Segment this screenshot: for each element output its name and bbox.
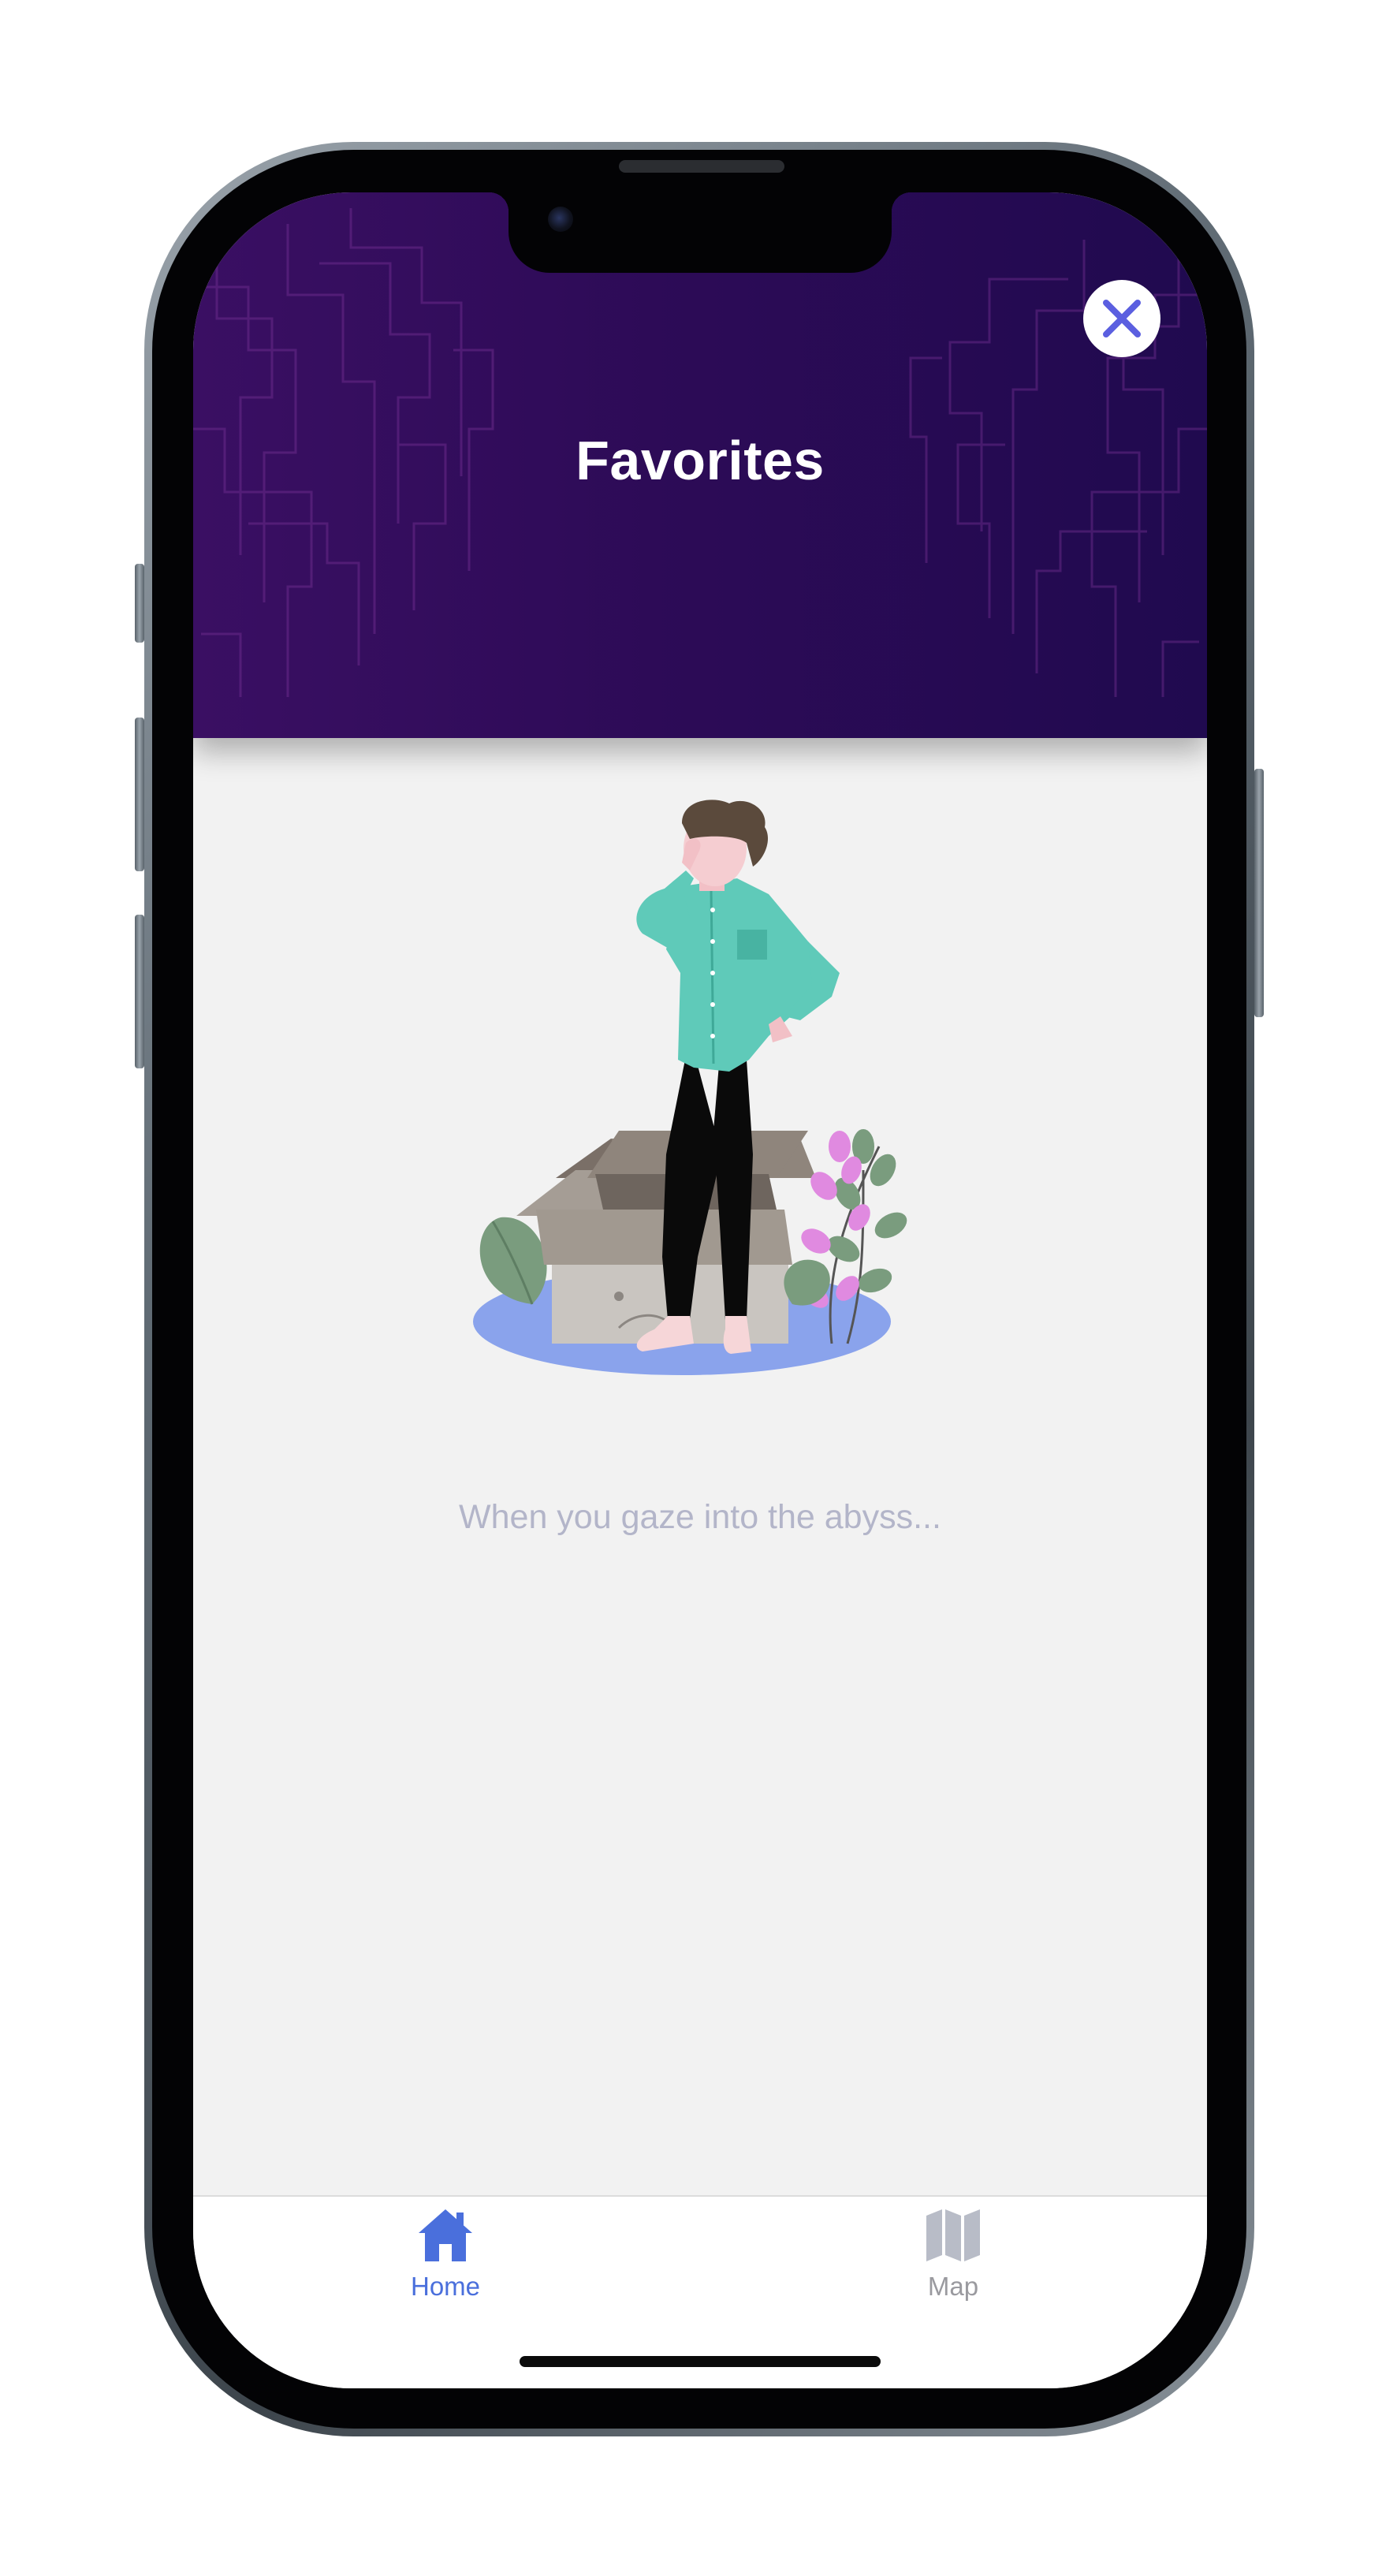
side-button-volume-up (135, 718, 144, 871)
tab-map-label: Map (927, 2272, 979, 2301)
page-title: Favorites (576, 430, 825, 491)
close-button[interactable] (1083, 280, 1160, 357)
earpiece-speaker (619, 160, 784, 173)
tab-bar: Home Map (193, 2195, 1207, 2388)
favorites-header: Favorites (193, 192, 1207, 738)
map-icon (926, 2209, 980, 2261)
tab-map[interactable]: Map (851, 2206, 1056, 2302)
tab-home-label: Home (410, 2272, 481, 2301)
close-x-icon (1103, 300, 1141, 337)
side-button-power (1254, 769, 1264, 1017)
home-indicator[interactable] (520, 2356, 881, 2367)
front-camera (548, 207, 573, 232)
empty-box-person-illustration (473, 800, 907, 1375)
side-button-silent (135, 564, 144, 643)
tab-home[interactable]: Home (343, 2206, 548, 2302)
home-icon (419, 2209, 472, 2261)
notch (490, 192, 911, 273)
side-button-volume-down (135, 915, 144, 1068)
empty-state-message: When you gaze into the abyss... (459, 1498, 941, 1536)
app-screen: Favorites When you gaze into the abyss..… (193, 192, 1207, 2388)
